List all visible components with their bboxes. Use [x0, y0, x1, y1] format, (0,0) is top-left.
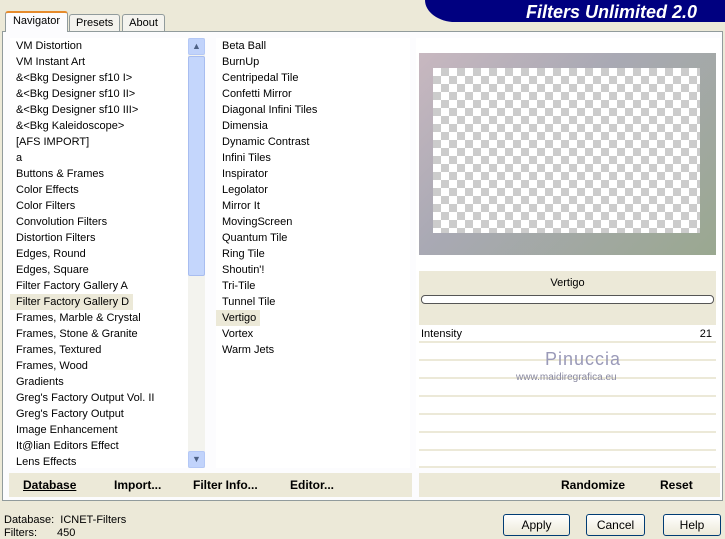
filter-header: Vertigo: [419, 271, 716, 325]
filter-item[interactable]: Diagonal Infini Tiles: [216, 102, 410, 118]
category-item[interactable]: a: [10, 150, 188, 166]
param-value[interactable]: 21: [700, 328, 712, 340]
filter-item[interactable]: Vertigo: [216, 310, 261, 326]
category-item[interactable]: Convolution Filters: [10, 214, 188, 230]
filter-item[interactable]: Infini Tiles: [216, 150, 410, 166]
filter-item[interactable]: Tri-Tile: [216, 278, 410, 294]
category-item[interactable]: Color Effects: [10, 182, 188, 198]
filter-item[interactable]: Legolator: [216, 182, 410, 198]
progress-bar: [421, 295, 714, 304]
category-item[interactable]: Frames, Textured: [10, 342, 188, 358]
filter-info-button[interactable]: Filter Info...: [193, 478, 258, 492]
preview-transparency: [433, 68, 700, 233]
filter-item[interactable]: Beta Ball: [216, 38, 410, 54]
filter-item[interactable]: Quantum Tile: [216, 230, 410, 246]
reset-button[interactable]: Reset: [660, 478, 693, 492]
filter-item[interactable]: Dynamic Contrast: [216, 134, 410, 150]
filter-item[interactable]: Confetti Mirror: [216, 86, 410, 102]
status-filters: Filters: 450: [4, 527, 76, 539]
category-item[interactable]: Greg's Factory Output Vol. II: [10, 390, 188, 406]
tab-about[interactable]: About: [122, 14, 165, 32]
filter-item[interactable]: Dimensia: [216, 118, 410, 134]
filter-item[interactable]: Mirror It: [216, 198, 410, 214]
category-item[interactable]: Edges, Round: [10, 246, 188, 262]
category-item[interactable]: &<Bkg Designer sf10 II>: [10, 86, 188, 102]
import-button[interactable]: Import...: [114, 478, 161, 492]
filter-name: Vertigo: [550, 277, 585, 289]
left-button-bar: Database Import... Filter Info... Editor…: [9, 473, 412, 497]
scroll-down-icon[interactable]: ▼: [188, 451, 205, 468]
app-title-banner: Filters Unlimited 2.0: [425, 0, 725, 22]
filter-item[interactable]: Vortex: [216, 326, 410, 342]
category-item[interactable]: Color Filters: [10, 198, 188, 214]
scroll-thumb[interactable]: [188, 56, 205, 276]
filter-item[interactable]: Inspirator: [216, 166, 410, 182]
category-list[interactable]: VM Distortion VM Instant Art &<Bkg Designe…: [10, 38, 188, 468]
category-item[interactable]: &<Bkg Designer sf10 III>: [10, 102, 188, 118]
category-item[interactable]: Distortion Filters: [10, 230, 188, 246]
param-label: Intensity: [421, 328, 462, 340]
tab-navigator[interactable]: Navigator: [5, 11, 68, 32]
status-database: Database: ICNET-Filters: [4, 514, 127, 526]
database-button[interactable]: Database: [23, 478, 76, 492]
scroll-up-icon[interactable]: ▲: [188, 38, 205, 55]
category-item[interactable]: It@lian Editors Effect: [10, 438, 188, 454]
category-item[interactable]: Filter Factory Gallery D: [10, 294, 134, 310]
filter-item[interactable]: Tunnel Tile: [216, 294, 410, 310]
filter-item[interactable]: MovingScreen: [216, 214, 410, 230]
category-item[interactable]: Buttons & Frames: [10, 166, 188, 182]
editor-button[interactable]: Editor...: [290, 478, 334, 492]
category-item[interactable]: Lens Effects: [10, 454, 188, 468]
filter-item[interactable]: Warm Jets: [216, 342, 410, 358]
category-item[interactable]: Filter Factory Gallery A: [10, 278, 188, 294]
filter-item[interactable]: Ring Tile: [216, 246, 410, 262]
watermark-url: www.maidiregrafica.eu: [516, 372, 617, 383]
category-item[interactable]: &<Bkg Kaleidoscope>: [10, 118, 188, 134]
filter-item[interactable]: BurnUp: [216, 54, 410, 70]
category-item[interactable]: [AFS IMPORT]: [10, 134, 188, 150]
randomize-button[interactable]: Randomize: [561, 478, 625, 492]
category-scrollbar[interactable]: ▲ ▼: [188, 38, 205, 468]
tab-presets[interactable]: Presets: [69, 14, 120, 32]
category-item[interactable]: Gradients: [10, 374, 188, 390]
watermark-name: Pinuccia: [545, 349, 622, 369]
category-item[interactable]: Frames, Marble & Crystal: [10, 310, 188, 326]
filter-item[interactable]: Centripedal Tile: [216, 70, 410, 86]
category-item[interactable]: VM Distortion: [10, 38, 188, 54]
category-item[interactable]: VM Instant Art: [10, 54, 188, 70]
category-item[interactable]: Frames, Stone & Granite: [10, 326, 188, 342]
param-row-intensity[interactable]: Intensity 21: [419, 327, 716, 343]
category-item[interactable]: Image Enhancement: [10, 422, 188, 438]
right-button-bar: Randomize Reset: [419, 473, 720, 497]
category-item[interactable]: Greg's Factory Output: [10, 406, 188, 422]
category-item[interactable]: &<Bkg Designer sf10 I>: [10, 70, 188, 86]
category-item[interactable]: Edges, Square: [10, 262, 188, 278]
filter-item[interactable]: Shoutin'!: [216, 262, 410, 278]
filter-list[interactable]: Beta Ball BurnUp Centripedal Tile Confetti …: [216, 38, 410, 468]
category-item[interactable]: Frames, Wood: [10, 358, 188, 374]
